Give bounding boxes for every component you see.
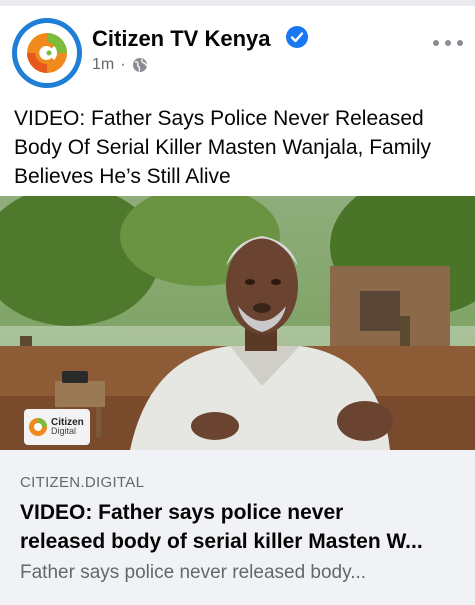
post-header: Citizen TV Kenya 1m ·	[0, 14, 475, 94]
citizen-digital-watermark: Citizen Digital	[24, 409, 90, 445]
post-meta: 1m ·	[92, 56, 148, 74]
watermark-line2: Digital	[51, 426, 77, 436]
more-options-icon[interactable]	[433, 38, 463, 48]
post-text: VIDEO: Father Says Police Never Released…	[14, 107, 432, 188]
citizen-logo-icon	[17, 23, 77, 83]
page-avatar[interactable]	[12, 18, 82, 88]
page-name[interactable]: Citizen TV Kenya	[92, 26, 270, 52]
video-thumbnail[interactable]: Citizen Digital	[0, 196, 475, 450]
meta-separator: ·	[120, 56, 126, 73]
link-preview-card[interactable]: CITIZEN.DIGITAL VIDEO: Father says polic…	[0, 450, 475, 605]
post-time[interactable]: 1m	[92, 56, 114, 74]
top-divider	[0, 0, 475, 6]
citizen-digital-logo-icon	[29, 418, 47, 436]
link-domain: CITIZEN.DIGITAL	[20, 474, 145, 491]
globe-icon	[132, 58, 147, 72]
verified-badge-icon	[286, 26, 308, 48]
link-title-line1: VIDEO: Father says police never	[20, 501, 344, 524]
link-title-line2: released body of serial killer Masten W.…	[20, 530, 423, 553]
link-title[interactable]: VIDEO: Father says police never released…	[20, 498, 460, 556]
link-description: Father says police never released body..…	[20, 562, 367, 583]
